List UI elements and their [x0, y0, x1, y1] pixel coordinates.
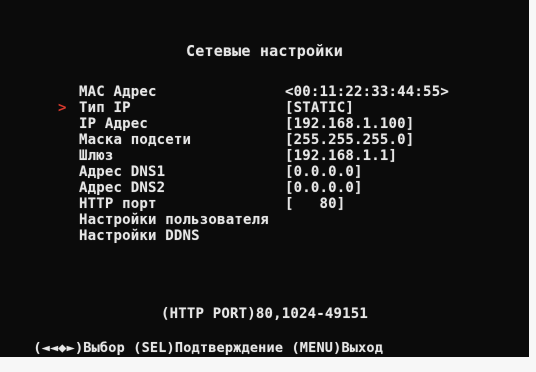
- dns2-label: Адрес DNS2: [79, 180, 166, 196]
- user-settings-label[interactable]: Настройки пользователя: [79, 212, 269, 228]
- menu-item-http-port[interactable]: HTTP порт [ 80]: [0, 196, 529, 212]
- subnet-mask-value[interactable]: [255.255.255.0]: [285, 132, 414, 148]
- menu-item-subnet-mask[interactable]: Маска подсети [255.255.255.0]: [0, 132, 529, 148]
- ip-address-value[interactable]: [192.168.1.100]: [285, 116, 414, 132]
- menu-item-user-settings[interactable]: Настройки пользователя: [0, 212, 529, 228]
- port-range-hint: (HTTP PORT)80,1024-49151: [160, 306, 369, 322]
- gateway-value[interactable]: [192.168.1.1]: [285, 148, 397, 164]
- menu-item-ddns-settings[interactable]: Настройки DDNS: [0, 228, 529, 244]
- dns1-label: Адрес DNS1: [79, 164, 166, 180]
- menu-item-ip-type[interactable]: > Тип IP [STATIC]: [0, 100, 529, 116]
- menu-title: Сетевые настройки: [186, 42, 343, 60]
- dns1-value[interactable]: [0.0.0.0]: [285, 164, 363, 180]
- http-port-value[interactable]: [ 80]: [285, 196, 345, 212]
- confirm-hint-label: Подтверждение: [174, 340, 284, 356]
- gateway-label: Шлюз: [79, 148, 114, 164]
- ip-type-label: Тип IP: [79, 100, 131, 116]
- http-port-label: HTTP порт: [79, 196, 157, 212]
- select-hint-label: Выбор: [83, 340, 125, 356]
- ip-address-label: IP Адрес: [79, 116, 149, 132]
- dns2-value[interactable]: [0.0.0.0]: [285, 180, 363, 196]
- mac-address-value: <00:11:22:33:44:55>: [285, 84, 449, 100]
- menu-item-dns1[interactable]: Адрес DNS1 [0.0.0.0]: [0, 164, 529, 180]
- ddns-settings-label[interactable]: Настройки DDNS: [79, 228, 200, 244]
- navigation-arrows-icon: (◄◄◆►): [33, 340, 84, 356]
- mac-address-label: MAC Адрес: [79, 84, 157, 100]
- exit-hint-label: Выход: [341, 340, 384, 356]
- selection-arrow-icon: >: [58, 100, 67, 116]
- osd-screen: Сетевые настройки MAC Адрес <00:11:22:33…: [0, 0, 529, 357]
- menu-item-gateway[interactable]: Шлюз [192.168.1.1]: [0, 148, 529, 164]
- menu-key-label: (MENU): [291, 340, 342, 356]
- menu-item-dns2[interactable]: Адрес DNS2 [0.0.0.0]: [0, 180, 529, 196]
- sel-key-label: (SEL): [133, 340, 175, 356]
- menu-item-ip-address[interactable]: IP Адрес [192.168.1.100]: [0, 116, 529, 132]
- footer-key-help: (◄◄◆►)Выбор (SEL)Подтверждение (MENU)Вых…: [0, 324, 529, 372]
- subnet-mask-label: Маска подсети: [79, 132, 192, 148]
- ip-type-value[interactable]: [STATIC]: [285, 100, 354, 116]
- menu-item-mac-address: MAC Адрес <00:11:22:33:44:55>: [0, 84, 529, 100]
